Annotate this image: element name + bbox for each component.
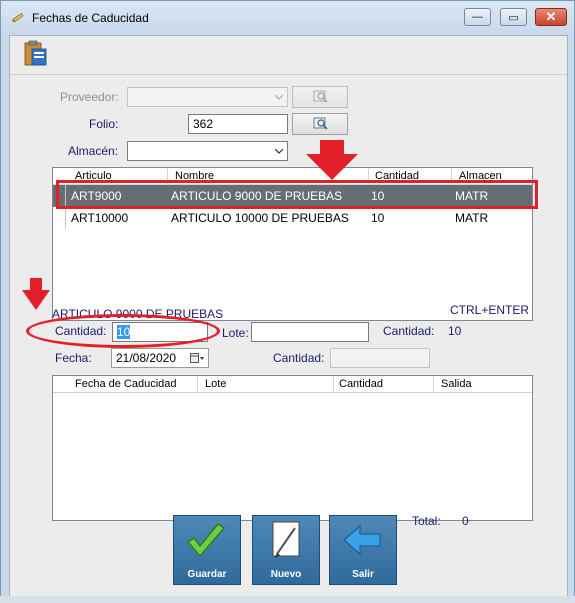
cell-nombre: ARTICULO 10000 DE PRUEBAS — [171, 211, 349, 225]
proveedor-combo[interactable] — [127, 87, 288, 107]
chevron-down-icon — [275, 148, 283, 154]
cell-almacen: MATR — [455, 211, 489, 225]
checkmark-icon — [186, 522, 226, 558]
search-icon — [313, 90, 328, 103]
clipboard-icon[interactable] — [23, 39, 49, 69]
folio-value: 362 — [193, 117, 214, 131]
almacen-combo[interactable] — [127, 141, 288, 161]
minimize-button[interactable]: — — [464, 8, 491, 26]
guardar-button[interactable]: Guardar — [173, 515, 241, 585]
table-row[interactable]: ART10000 ARTICULO 10000 DE PRUEBAS 10 MA… — [53, 207, 532, 229]
cell-cantidad: 10 — [371, 211, 385, 225]
fecha-label: Fecha: — [55, 351, 92, 365]
shortcut-hint: CTRL+ENTER — [450, 303, 530, 317]
col-header-lote[interactable]: Lote — [205, 378, 226, 390]
nuevo-button[interactable]: Nuevo — [252, 515, 320, 585]
maximize-button[interactable]: ▭ — [500, 8, 527, 26]
selected-row-highlight-box — [56, 180, 538, 209]
minimize-icon: — — [472, 11, 483, 23]
app-window: Fechas de Caducidad — ▭ ✕ Proveedor: Fol… — [0, 0, 575, 602]
maximize-icon: ▭ — [508, 11, 519, 24]
cantidad-total-value: 10 — [448, 324, 462, 338]
col-header-salida[interactable]: Salida — [441, 378, 472, 390]
cell-articulo: ART10000 — [71, 211, 129, 225]
red-arrow-down-icon — [22, 278, 50, 310]
cantidad-total-label: Cantidad: — [383, 324, 435, 338]
toolbar — [10, 36, 567, 75]
fecha-picker[interactable]: 21/08/2020 — [111, 348, 209, 368]
column-divider — [197, 376, 198, 392]
cantidad2-label: Cantidad: — [273, 351, 325, 365]
col-header-cantidad[interactable]: Cantidad — [339, 378, 383, 390]
chevron-down-icon — [275, 94, 283, 100]
folio-label: Folio: — [89, 117, 119, 131]
app-pencil-icon — [12, 12, 24, 23]
nuevo-label: Nuevo — [270, 569, 302, 580]
guardar-label: Guardar — [187, 569, 227, 580]
lote-input[interactable] — [251, 322, 369, 342]
cantidad-highlight-ellipse — [26, 314, 220, 348]
calendar-dropdown-icon — [190, 353, 204, 363]
search-icon — [313, 117, 328, 130]
title-bar: Fechas de Caducidad — ▭ ✕ — [1, 1, 574, 35]
window-title: Fechas de Caducidad — [32, 11, 149, 25]
close-icon: ✕ — [545, 9, 557, 24]
total-value: 0 — [462, 514, 469, 528]
lote-label: Lote: — [222, 326, 249, 340]
expiry-grid-header: Fecha de Caducidad Lote Cantidad Salida — [53, 376, 532, 393]
proveedor-search-button[interactable] — [292, 86, 348, 108]
folio-input[interactable]: 362 — [188, 114, 288, 134]
red-arrow-down-icon — [306, 140, 358, 180]
cantidad2-input[interactable] — [330, 348, 430, 368]
total-label: Total: — [412, 514, 441, 528]
folio-search-button[interactable] — [292, 113, 348, 135]
salir-label: Salir — [352, 569, 374, 580]
row-selector[interactable] — [53, 207, 66, 229]
salir-button[interactable]: Salir — [329, 515, 397, 585]
window-bottom-edge — [0, 596, 575, 603]
new-document-icon — [272, 521, 300, 558]
column-divider — [433, 376, 434, 392]
expiry-grid[interactable]: Fecha de Caducidad Lote Cantidad Salida — [52, 375, 533, 521]
back-arrow-icon — [343, 524, 381, 556]
close-button[interactable]: ✕ — [535, 8, 567, 26]
column-divider — [333, 376, 334, 392]
proveedor-label: Proveedor: — [60, 90, 119, 104]
almacen-label: Almacén: — [68, 144, 119, 158]
col-header-fecha-caducidad[interactable]: Fecha de Caducidad — [75, 378, 177, 390]
fecha-value: 21/08/2020 — [116, 351, 177, 365]
